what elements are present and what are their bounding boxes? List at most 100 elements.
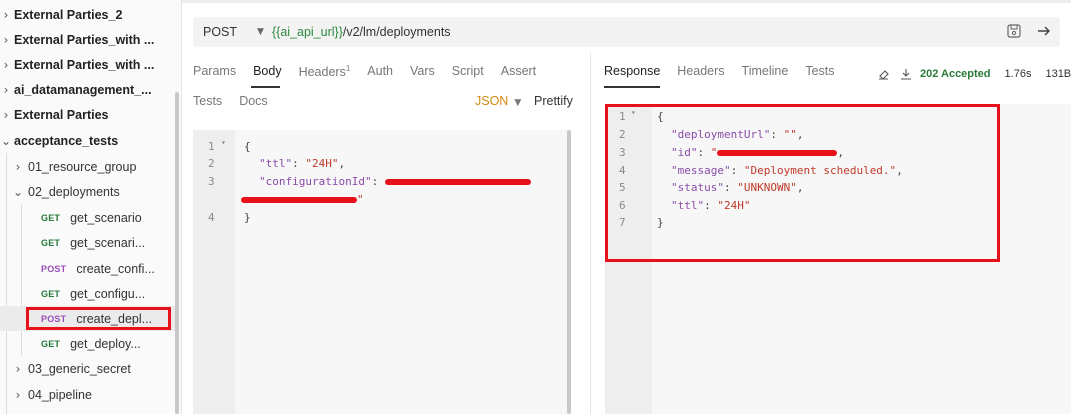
request-get-deployment[interactable]: GET get_deploy... (41, 331, 176, 356)
folder-acceptance-tests[interactable]: ⌄ acceptance_tests (0, 128, 176, 153)
tab-assert[interactable]: Assert (501, 64, 536, 79)
folder-label: acceptance_tests (14, 133, 119, 148)
response-size: 131B (1045, 68, 1071, 80)
request-label: create_confi... (76, 261, 155, 276)
json-value: "24H" (305, 157, 339, 170)
redaction-mark (384, 179, 531, 185)
folder-external-parties-with-1[interactable]: › External Parties_with ... (0, 27, 176, 52)
folder-04-pipeline[interactable]: › 04_pipeline (12, 382, 176, 407)
response-tabs: Response Headers Timeline Tests (604, 64, 835, 78)
method-badge: GET (41, 338, 61, 349)
url-input[interactable]: {{ai_api_url}}/v2/lm/deployments (272, 25, 451, 39)
method-select[interactable]: POST (203, 25, 237, 39)
collections-sidebar: › External Parties_2 › External Parties_… (0, 0, 182, 414)
prettify-button[interactable]: Prettify (534, 94, 573, 108)
tab-tests[interactable]: Tests (193, 94, 222, 108)
json-value: " (357, 193, 364, 206)
response-time: 1.76s (1004, 68, 1032, 80)
request-label: get_deploy... (70, 336, 141, 351)
folder-label: 03_generic_secret (28, 361, 131, 376)
tree-guide-line (6, 153, 7, 414)
folder-label: External Parties (14, 107, 109, 122)
chevron-right-icon: › (15, 361, 21, 376)
url-bar: POST ▼ {{ai_api_url}}/v2/lm/deployments (193, 17, 1060, 47)
request-tabs: Params Body Headers1 Auth Vars Script As… (193, 64, 536, 79)
folder-label: ai_datamanagement_... (14, 82, 152, 97)
tab-body[interactable]: Body (253, 64, 282, 79)
send-arrow-icon[interactable] (1036, 23, 1052, 39)
tab-vars[interactable]: Vars (410, 64, 435, 79)
json-key: "configurationId" (259, 175, 372, 188)
method-badge: GET (41, 212, 61, 223)
code-line-ttl: "ttl": "24H", (259, 157, 346, 170)
redaction-mark (241, 197, 357, 203)
request-label: get_scenario (70, 210, 142, 225)
highlight-box (605, 104, 1000, 262)
caret-down-icon[interactable]: ▼ (257, 27, 264, 37)
line-gutter (193, 130, 235, 414)
tab-headers[interactable]: Headers1 (299, 64, 351, 79)
folder-external-parties-2[interactable]: › External Parties_2 (0, 2, 176, 27)
chevron-right-icon: › (3, 32, 9, 47)
chevron-right-icon: › (3, 57, 9, 72)
tab-response-tests[interactable]: Tests (805, 64, 834, 78)
pane-divider[interactable] (590, 52, 591, 414)
body-mode-label: JSON (475, 94, 509, 108)
chevron-right-icon: › (3, 82, 9, 97)
request-tabs-row2: Tests Docs (193, 94, 268, 108)
folder-ai-datamanagement[interactable]: › ai_datamanagement_... (0, 77, 176, 102)
request-get-scenario[interactable]: GET get_scenario (41, 205, 176, 230)
tab-response[interactable]: Response (604, 64, 660, 78)
folder-label: 02_deployments (28, 184, 120, 199)
line-number: 2 (208, 157, 215, 170)
chevron-right-icon: › (15, 159, 21, 174)
tab-auth[interactable]: Auth (367, 64, 393, 79)
folder-label: 04_pipeline (28, 387, 92, 402)
tab-script[interactable]: Script (452, 64, 484, 79)
request-body-editor[interactable]: 1 ▾ 2 3 4 { "ttl": "24H", "configuration… (193, 130, 571, 414)
request-label: get_configu... (70, 286, 146, 301)
save-icon[interactable] (1006, 23, 1022, 39)
tab-params[interactable]: Params (193, 64, 236, 79)
line-number: 4 (208, 211, 215, 224)
code-brace-close: } (244, 211, 251, 224)
code-line-config: "configurationId": (259, 175, 531, 188)
folder-label: External Parties_2 (14, 7, 123, 22)
tree-guide-line (21, 204, 22, 356)
request-label: get_scenari... (70, 235, 146, 250)
fold-arrow-icon[interactable]: ▾ (221, 138, 226, 147)
folder-external-parties-with-2[interactable]: › External Parties_with ... (0, 52, 176, 77)
json-key: "ttl" (259, 157, 293, 170)
method-badge: GET (41, 288, 61, 299)
tab-response-headers[interactable]: Headers (677, 64, 724, 78)
tab-timeline[interactable]: Timeline (742, 64, 789, 78)
eraser-icon[interactable] (876, 66, 892, 82)
line-number: 3 (208, 175, 215, 188)
chevron-right-icon: › (3, 7, 9, 22)
tab-docs[interactable]: Docs (239, 94, 267, 108)
chevron-right-icon: › (3, 107, 9, 122)
active-tab-indicator (251, 86, 280, 88)
chevron-down-icon: ⌄ (12, 184, 24, 199)
line-number: 1 (208, 140, 215, 153)
headers-count: 1 (345, 64, 351, 73)
request-get-scenarios[interactable]: GET get_scenari... (41, 230, 176, 255)
highlight-box (26, 307, 171, 330)
url-variable: {{ai_api_url}} (271, 25, 343, 39)
folder-03-generic-secret[interactable]: › 03_generic_secret (12, 356, 176, 381)
editor-scrollbar[interactable] (567, 130, 571, 414)
sidebar-scrollbar[interactable] (175, 92, 179, 414)
body-mode-dropdown[interactable]: JSON ▼ (475, 94, 521, 108)
request-get-configuration[interactable]: GET get_configu... (41, 281, 176, 306)
request-create-configuration[interactable]: POST create_confi... (41, 256, 176, 281)
folder-label: External Parties_with ... (14, 57, 155, 72)
folder-01-resource-group[interactable]: › 01_resource_group (12, 154, 176, 179)
code-brace-open: { (244, 140, 251, 153)
download-icon[interactable] (898, 66, 914, 82)
chevron-right-icon: › (15, 387, 21, 402)
folder-external-parties[interactable]: › External Parties (0, 102, 176, 127)
folder-02-deployments[interactable]: ⌄ 02_deployments (12, 179, 176, 204)
active-tab-indicator (604, 86, 660, 88)
response-status-bar: 202 Accepted 1.76s 131B (876, 66, 1071, 82)
method-badge: POST (41, 263, 67, 274)
